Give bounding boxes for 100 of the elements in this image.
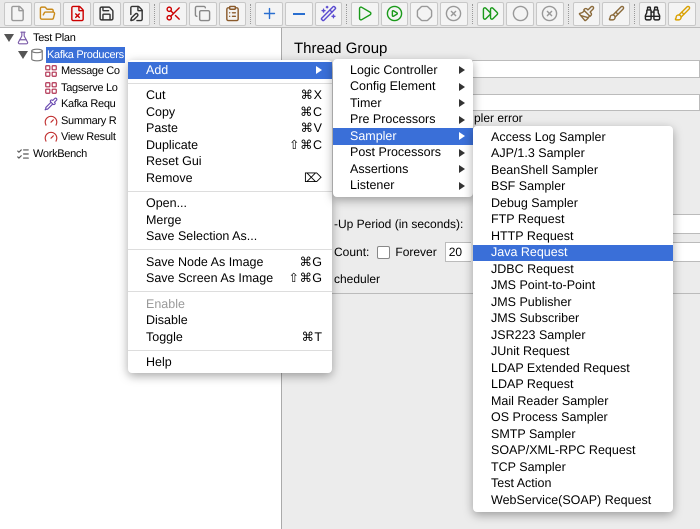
clipboard-icon [224,5,241,22]
menu-item[interactable]: JMS Publisher [473,294,673,310]
scissors-button[interactable] [159,2,187,26]
new-file-icon [9,5,26,22]
menu-item[interactable]: SMTP Sampler [473,426,673,442]
menu-item[interactable]: Config Element [333,78,473,95]
wand-icon [320,5,337,22]
menu-item[interactable]: SOAP/XML-RPC Request [473,442,673,459]
menu-item[interactable]: LDAP Request [473,376,673,393]
expand-arrow-icon[interactable] [18,50,28,60]
menu-item[interactable]: AJP/1.3 Sampler [473,146,673,162]
ramp-up-field[interactable] [673,214,700,234]
tree-item[interactable]: Message Co [60,63,121,80]
forever-checkbox[interactable] [377,246,390,258]
list-icon [16,146,30,161]
menu-item[interactable]: OS Process Sampler [473,410,673,426]
save-button[interactable] [93,2,121,26]
submenu-arrow-icon [316,66,322,74]
comments-field[interactable] [472,94,700,111]
scissors-icon [164,5,182,22]
close-file-icon [68,5,86,22]
stop-icon [416,5,433,22]
menu-item[interactable]: JMS Point-to-Point [473,278,673,294]
tree-item[interactable]: WorkBench [32,146,88,162]
menu-item[interactable]: Disable [128,312,332,329]
menu-item[interactable]: Paste ⌘V [128,120,332,137]
name-field[interactable] [472,60,700,78]
tree-item[interactable]: Test Plan [32,30,77,46]
menu-item[interactable]: TCP Sampler [473,459,673,476]
menu-item[interactable]: Post Processors [333,144,473,161]
minus-button[interactable] [284,2,313,26]
menu-item[interactable]: Add [128,62,332,78]
loop-count-field-end[interactable] [673,242,700,262]
menu-item[interactable]: Copy ⌘C [128,104,332,120]
menu-item[interactable]: Open... [128,196,332,212]
play-button[interactable] [351,2,379,26]
close-file-button[interactable] [63,2,92,26]
copy-icon [194,5,212,22]
save-as-button[interactable] [122,2,150,26]
tree-item[interactable]: View Result [60,129,117,146]
pipette-icon [44,97,58,112]
folder-button[interactable] [34,2,62,26]
menu-item[interactable]: Test Action [473,476,673,492]
menu-item[interactable]: HTTP Request [473,228,673,244]
menu-item[interactable]: Reset Gui [128,154,332,170]
menu-item[interactable]: Java Request [473,244,673,261]
menu-item[interactable]: Debug Sampler [473,195,673,212]
loop-count-label: Count: [334,244,370,261]
menu-item[interactable]: JUnit Request [473,344,673,360]
menu-item[interactable]: Logic Controller [333,62,473,78]
binoculars-icon [644,5,662,22]
menu-item[interactable]: Remove ⌦ [128,170,332,186]
gauge-icon [44,114,58,128]
gauge-icon [44,130,58,144]
menu-item[interactable]: Timer [333,95,473,112]
save-as-icon [128,5,146,22]
stop-button[interactable] [410,2,438,26]
menu-item[interactable]: WebService(SOAP) Request [473,492,673,508]
tree-item[interactable]: Summary R [60,112,118,129]
menu-item[interactable]: Merge [128,212,332,228]
menu-item[interactable]: Toggle ⌘T [128,329,332,346]
grid-icon [44,80,58,95]
menu-item[interactable]: Assertions [333,161,473,178]
plus-button[interactable] [255,2,283,26]
play-icon [356,5,374,22]
menu-item[interactable]: LDAP Extended Request [473,360,673,376]
tree-item[interactable]: Kafka Producers [46,46,125,63]
minus-icon [292,12,305,14]
flask-icon [16,31,30,46]
menu-item[interactable]: BeanShell Sampler [473,162,673,178]
menu-item[interactable]: JMS Subscriber [473,310,673,327]
clipboard-button[interactable] [218,2,246,26]
scheduler-label: cheduler [334,271,380,288]
menu-item[interactable]: Mail Reader Sampler [473,393,673,410]
menu-item[interactable]: Cut ⌘X [128,88,332,104]
loop-count-field[interactable]: 20 [444,242,471,262]
ramp-up-label: -Up Period (in seconds): [334,216,464,233]
menu-item[interactable]: JDBC Request [473,261,673,278]
menu-item[interactable]: Sampler [333,128,473,144]
forever-label: Forever [395,244,437,261]
folder-icon [39,5,56,22]
menu-item[interactable]: Help [128,354,332,371]
new-file-button[interactable] [4,2,32,26]
wand-button[interactable] [314,2,342,26]
menu-item[interactable]: Access Log Sampler [473,129,673,146]
panel-title: Thread Group [294,39,388,59]
binoculars-button[interactable] [638,2,666,26]
tree-item[interactable]: Tagserve Lo [60,80,119,96]
menu-item[interactable]: Save Screen As Image ⇧⌘G [128,270,332,287]
expand-arrow-icon[interactable] [4,33,14,44]
menu-item[interactable]: Save Node As Image ⌘G [128,254,332,270]
menu-item[interactable]: BSF Sampler [473,178,673,195]
menu-item[interactable]: FTP Request [473,212,673,228]
copy-button[interactable] [188,2,217,26]
tree-item[interactable]: Kafka Requ [60,96,116,112]
grid-icon [44,64,58,78]
menu-item[interactable]: Save Selection As... [128,228,332,245]
menu-item[interactable]: Duplicate ⇧⌘C [128,137,332,154]
menu-item[interactable]: JSR223 Sampler [473,327,673,344]
menu-item[interactable]: Listener [333,178,473,194]
